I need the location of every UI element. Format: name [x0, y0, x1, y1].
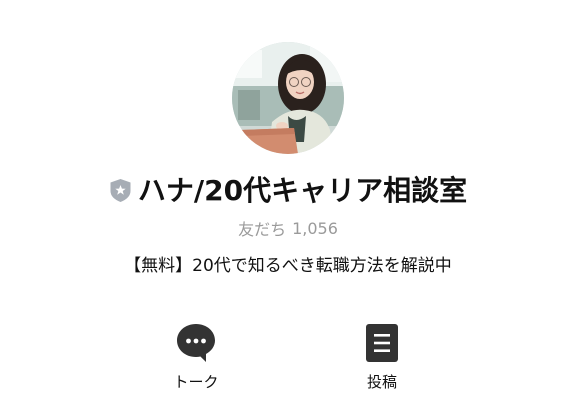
avatar-photo [232, 42, 344, 154]
talk-button[interactable]: トーク [146, 320, 246, 400]
posts-button[interactable]: 投稿 [332, 320, 432, 400]
certified-badge-icon [109, 178, 132, 203]
account-name: ハナ/20代キャリア相談室 [137, 174, 468, 207]
friends-count-row: 友だち 1,056 [0, 216, 576, 240]
friends-count: 1,056 [292, 218, 338, 238]
speech-bubble-icon [173, 320, 219, 366]
profile-avatar[interactable] [232, 42, 344, 154]
status-message: 【無料】20代で知るべき転職方法を解説中 [124, 256, 452, 276]
document-list-icon [359, 320, 405, 366]
account-name-row: ハナ/20代キャリア相談室 [0, 168, 576, 210]
talk-label: トーク [173, 373, 219, 391]
friends-label: 友だち [238, 220, 287, 239]
posts-label: 投稿 [366, 373, 397, 391]
